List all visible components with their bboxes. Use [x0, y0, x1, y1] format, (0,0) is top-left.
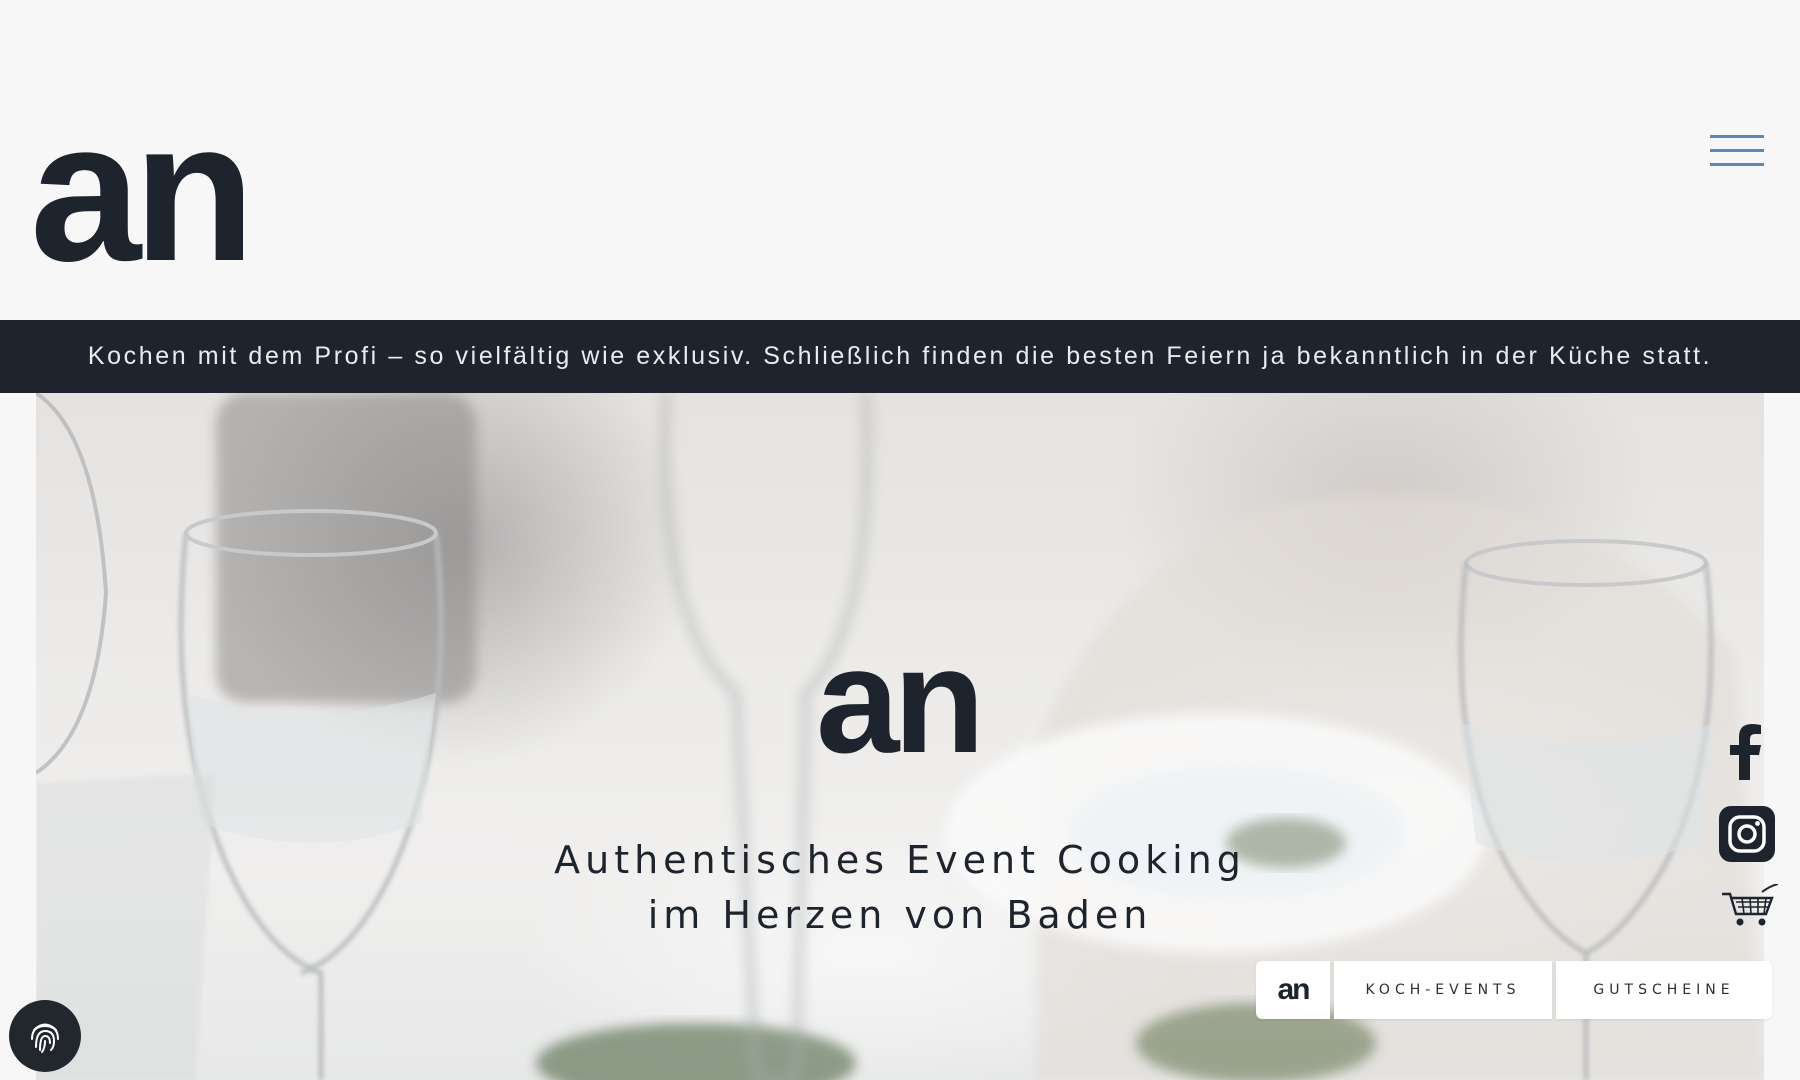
bottom-nav: an KOCH-EVENTS GUTSCHEINE: [1256, 961, 1772, 1019]
gutscheine-button[interactable]: GUTSCHEINE: [1556, 961, 1772, 1019]
gutscheine-label: GUTSCHEINE: [1593, 982, 1735, 998]
fingerprint-icon: [31, 1023, 59, 1053]
site-header: an: [0, 0, 1800, 320]
tagline-text: Kochen mit dem Profi – so vielfältig wie…: [87, 342, 1713, 370]
hero-title-line-1: Authentisches Event Cooking: [554, 838, 1246, 882]
koch-events-button[interactable]: KOCH-EVENTS: [1334, 961, 1552, 1019]
shopping-cart-icon[interactable]: [1720, 883, 1779, 928]
tagline-bar: Kochen mit dem Profi – so vielfältig wie…: [0, 320, 1800, 393]
bottom-nav-logo-text: an: [1277, 973, 1310, 1006]
site-logo[interactable]: an: [30, 92, 255, 292]
hero-logo: an: [816, 616, 985, 784]
bottom-nav-logo[interactable]: an: [1256, 961, 1330, 1019]
koch-events-label: KOCH-EVENTS: [1365, 982, 1521, 998]
hamburger-menu-icon[interactable]: [1710, 133, 1764, 173]
privacy-settings-button[interactable]: [9, 1000, 81, 1072]
facebook-icon[interactable]: [1726, 724, 1764, 780]
hero-title-line-2: im Herzen von Baden: [647, 893, 1153, 937]
instagram-icon[interactable]: [1718, 805, 1776, 863]
